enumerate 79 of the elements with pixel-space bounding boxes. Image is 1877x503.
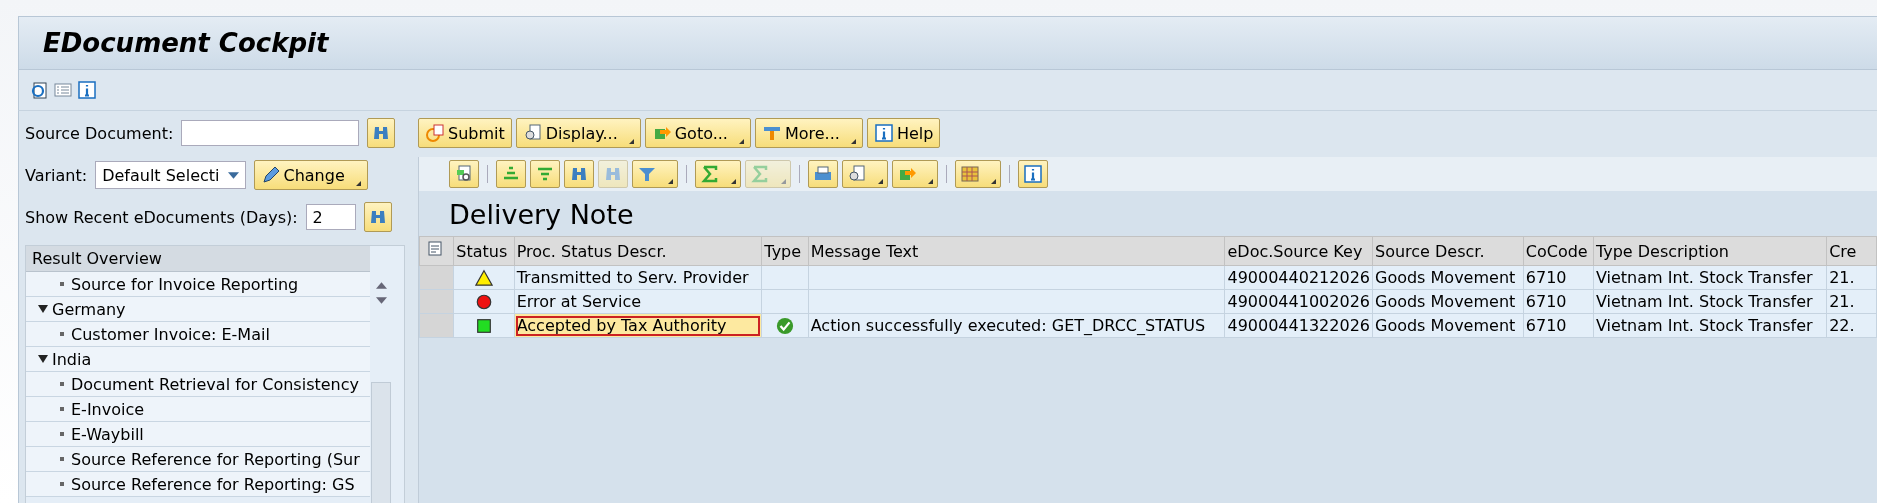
info-icon <box>77 80 97 100</box>
table-cell[interactable]: Transmitted to Serv. Provider <box>514 265 762 290</box>
sum-icon <box>700 164 720 184</box>
toolbar-button[interactable] <box>449 160 479 188</box>
submit-icon <box>425 123 445 143</box>
tree-node[interactable]: Germany <box>26 297 370 322</box>
result-overview-header: Result Overview <box>26 246 370 272</box>
column-settings-icon[interactable] <box>419 236 454 266</box>
variant-label: Variant: <box>25 165 88 185</box>
toolbar-button[interactable] <box>29 80 49 100</box>
tree-item[interactable]: E-Invoice <box>26 397 370 422</box>
toolbar-button[interactable] <box>695 160 741 188</box>
toolbar-button[interactable] <box>1018 160 1048 188</box>
scroll-down-icon[interactable] <box>375 297 387 304</box>
pencil-icon <box>260 165 281 185</box>
column-header[interactable]: Cre <box>1826 236 1877 266</box>
submit-button[interactable]: Submit <box>418 118 512 148</box>
table-cell[interactable]: Accepted by Tax Authority <box>514 313 762 338</box>
toolbar-button[interactable] <box>530 160 560 188</box>
tree-item[interactable]: Source Reference for Reporting: GS <box>26 472 370 497</box>
info-icon <box>1023 164 1043 184</box>
toolbar-button[interactable] <box>808 160 838 188</box>
source-document-field[interactable] <box>181 120 360 146</box>
display-button[interactable]: Display... <box>515 118 641 148</box>
tree-item[interactable]: E-Waybill <box>26 422 370 447</box>
column-header[interactable]: Source Descr. <box>1372 236 1524 266</box>
details-icon <box>454 164 474 184</box>
column-header[interactable]: Message Text <box>808 236 1225 266</box>
tree-item[interactable]: Source for Invoice Reporting <box>26 272 370 297</box>
column-header[interactable]: Type Description <box>1593 236 1827 266</box>
grid-icon <box>960 164 980 184</box>
tree-item[interactable]: Document Retrieval for Consistency <box>26 372 370 397</box>
column-header[interactable]: eDoc.Source Key <box>1224 236 1373 266</box>
scroll-thumb[interactable] <box>371 382 391 503</box>
table-cell: 49000441322026 <box>1224 313 1373 338</box>
column-header[interactable]: Status <box>453 236 515 266</box>
table-cell[interactable]: Error at Service <box>514 289 762 314</box>
toolbar-button[interactable] <box>77 80 97 100</box>
tree-item[interactable]: Source Reference for Reporting (Sur <box>26 447 370 472</box>
window-title: EDocument Cockpit <box>43 28 329 58</box>
column-header[interactable]: CoCode <box>1523 236 1594 266</box>
scroll-up-icon[interactable] <box>375 282 387 289</box>
column-header[interactable]: Type <box>761 236 809 266</box>
more-button[interactable]: More... <box>754 118 863 148</box>
toolbar-button[interactable] <box>564 160 594 188</box>
table-cell: 49000440212026 <box>1224 265 1373 290</box>
source-document-label: Source Document: <box>25 123 174 143</box>
goto-button[interactable]: Goto... <box>644 118 751 148</box>
tree-item[interactable]: Customer Invoice: E-Mail <box>26 322 370 347</box>
column-header[interactable]: Proc. Status Descr. <box>514 236 762 266</box>
display-icon <box>522 123 543 143</box>
change-button[interactable]: Change <box>253 160 368 190</box>
refresh-icon <box>29 80 49 100</box>
dropdown-caret-icon <box>227 171 239 179</box>
search-button[interactable] <box>363 202 392 232</box>
toolbar-button[interactable] <box>496 160 526 188</box>
list-icon <box>53 80 73 100</box>
table-cell: Action successfully executed: GET_DRCC_STATUS <box>810 316 1206 335</box>
table-cell: Goods Movement <box>1372 313 1524 338</box>
recent-days-label: Show Recent eDocuments (Days): <box>25 207 298 227</box>
info-icon <box>873 123 894 143</box>
days-field[interactable]: 2 <box>305 204 356 230</box>
table-cell: Vietnam Int. Stock Transfer <box>1593 265 1827 290</box>
search-button[interactable] <box>367 118 396 148</box>
table-title: Delivery Note <box>448 198 635 232</box>
variant-dropdown[interactable]: Default Selecti <box>95 161 246 189</box>
subtotal-icon <box>750 164 770 184</box>
table-cell: Goods Movement <box>1372 289 1524 314</box>
table-cell: 49000441002026 <box>1224 289 1373 314</box>
table-cell: Vietnam Int. Stock Transfer <box>1593 289 1827 314</box>
toolbar-button[interactable] <box>632 160 678 188</box>
toolbar-button[interactable] <box>955 160 1001 188</box>
table-cell: Vietnam Int. Stock Transfer <box>1593 313 1827 338</box>
view-icon <box>847 164 867 184</box>
tree-node[interactable]: India <box>26 347 370 372</box>
help-button[interactable]: Help <box>866 118 941 148</box>
table-cell: Goods Movement <box>1372 265 1524 290</box>
toolbar-button[interactable] <box>892 160 938 188</box>
toolbar-button[interactable] <box>842 160 888 188</box>
